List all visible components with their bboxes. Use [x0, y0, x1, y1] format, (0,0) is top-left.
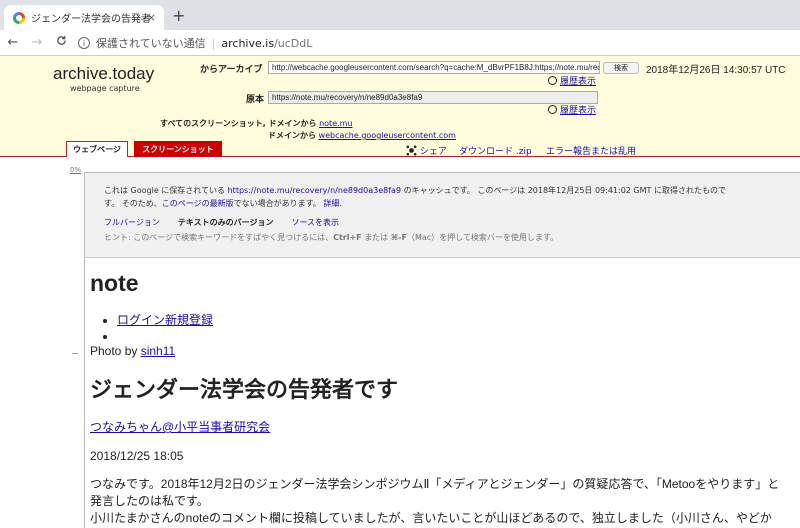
archive-logo[interactable]: archive.today — [53, 64, 154, 84]
paragraph-2: 小川たまかさんのnoteのコメント欄に投稿していましたが、言いたいことが山ほどあ… — [90, 511, 772, 525]
security-status: 保護されていない通信 — [96, 37, 206, 50]
cache-hint: ヒント: このページで検索キーワードをすばやく見つけるには、Ctrl+F または… — [104, 231, 800, 244]
view-source-link[interactable]: ソースを表示 — [291, 216, 339, 229]
forward-button[interactable]: → — [26, 35, 48, 50]
hint-text: または — [361, 233, 391, 242]
info-icon[interactable]: i — [78, 37, 90, 49]
latest-version-link[interactable]: このページの最新版 — [162, 199, 234, 208]
cache-line-2: す。 そのため、このページの最新版でない場合があります。 詳細. — [104, 197, 800, 210]
zoom-percent[interactable]: 0% — [70, 166, 81, 174]
hint-key-cmd: ⌘-F — [390, 233, 407, 242]
url-separator: | — [211, 36, 216, 50]
tab-close-icon[interactable]: × — [147, 11, 156, 24]
cache-text: のキャッシュです。 このページは 2018年12月25日 09:41:02 GM… — [401, 186, 726, 195]
history-label[interactable]: 履歴表示 — [560, 74, 596, 87]
cache-text: これは Google に保存されている — [104, 186, 228, 195]
reload-icon — [56, 35, 66, 45]
domain-row: ドメインから webcache.googleusercontent.com — [268, 130, 456, 141]
photo-user-link[interactable]: sinh11 — [141, 344, 175, 358]
post-date: 2018/12/25 18:05 — [90, 449, 184, 463]
clock-icon — [548, 105, 557, 114]
history-link[interactable]: 履歴表示 — [548, 74, 596, 87]
url-path: /ucDdL — [274, 36, 313, 50]
archive-tagline: webpage capture — [70, 84, 140, 93]
history-link-2[interactable]: 履歴表示 — [548, 103, 596, 116]
browser-tab[interactable]: ジェンダー法学会の告発者です | × — [4, 5, 164, 30]
archive-header: archive.today webpage capture からアーカイブ ht… — [0, 56, 800, 157]
all-screenshots-text: すべてのスクリーンショット, ドメインから — [160, 119, 317, 128]
domain-label: ドメインから — [268, 131, 316, 140]
capture-timestamp: 2018年12月26日 14:30:57 UTC — [646, 65, 786, 76]
search-button[interactable]: 検索 — [603, 62, 639, 74]
article-title: ジェンダー法学会の告発者です — [90, 377, 399, 402]
clock-icon — [548, 76, 557, 85]
back-button[interactable]: ← — [2, 35, 24, 50]
report-link[interactable]: エラー報告または乱用 — [546, 144, 636, 157]
url-host: archive.is — [221, 36, 275, 50]
hint-text: （Mac）を押して検索バーを使用します。 — [406, 233, 559, 242]
tab-strip: ジェンダー法学会の告発者です | × + — [0, 0, 800, 30]
cache-text: でない場合があります。 — [233, 199, 324, 208]
cache-line-1: これは Google に保存されている https://note.mu/reco… — [104, 184, 800, 197]
domain-link-webcache[interactable]: webcache.googleusercontent.com — [319, 131, 456, 140]
share-icon — [406, 145, 417, 156]
domain-link-note[interactable]: note.mu — [319, 119, 352, 128]
reload-button[interactable] — [50, 35, 72, 50]
note-logo[interactable]: note — [90, 270, 800, 297]
divider — [72, 353, 78, 354]
cache-text: す。 そのため、 — [104, 199, 162, 208]
address-bar[interactable]: i 保護されていない通信 | archive.is/ucDdL — [72, 33, 800, 53]
archived-page-frame: これは Google に保存されている https://note.mu/reco… — [84, 172, 800, 528]
new-tab-button[interactable]: + — [172, 6, 185, 25]
details-link[interactable]: 詳細 — [323, 199, 339, 208]
photo-by-label: Photo by — [90, 344, 141, 358]
share-link[interactable]: シェア — [406, 144, 447, 157]
list-item: ログイン新規登録 — [117, 312, 800, 328]
author-link[interactable]: つなみちゃん@小平当事者研究会 — [90, 420, 270, 434]
note-nav-list: ログイン新規登録 — [117, 312, 800, 344]
all-screenshots-label: すべてのスクリーンショット, ドメインから note.mu — [160, 118, 353, 129]
archive-url-input[interactable]: http://webcache.googleusercontent.com/se… — [268, 61, 600, 74]
tab-title: ジェンダー法学会の告発者です | — [31, 14, 151, 25]
browser-toolbar: ← → i 保護されていない通信 | archive.is/ucDdL — [0, 30, 800, 56]
tab-webpage[interactable]: ウェブページ — [66, 141, 128, 157]
cache-version-links: フルバージョン テキストのみのバージョン ソースを表示 — [104, 216, 800, 229]
download-link[interactable]: ダウンロード .zip — [459, 144, 532, 157]
text-only-version: テキストのみのバージョン — [177, 218, 274, 227]
history-label-2[interactable]: 履歴表示 — [560, 103, 596, 116]
note-article: note ログイン新規登録 Photo by sinh11 ジェンダー法学会の告… — [85, 270, 800, 528]
photo-credit: Photo by sinh11 — [90, 344, 800, 358]
tab-screenshot[interactable]: スクリーンショット — [134, 141, 222, 157]
share-label[interactable]: シェア — [420, 147, 447, 157]
list-item — [117, 328, 800, 344]
google-favicon-icon — [13, 11, 25, 24]
hint-key-ctrl: Ctrl+F — [333, 233, 362, 242]
full-version-link[interactable]: フルバージョン — [104, 216, 160, 229]
cache-text: . — [339, 199, 342, 208]
article-body: つなみです。2018年12月2日のジェンダー法学会シンポジウムⅡ「メディアとジェ… — [90, 476, 780, 528]
login-signup-link[interactable]: ログイン新規登録 — [117, 313, 213, 327]
original-url-label: 原本 — [246, 95, 265, 105]
paragraph-1: つなみです。2018年12月2日のジェンダー法学会シンポジウムⅡ「メディアとジェ… — [90, 477, 780, 508]
cache-url-link[interactable]: https://note.mu/recovery/n/ne89d0a3e8fa9 — [228, 186, 401, 195]
hint-text: ヒント: このページで検索キーワードをすばやく見つけるには、 — [104, 233, 334, 242]
archive-url-label: からアーカイブ — [200, 65, 263, 75]
google-cache-banner: これは Google に保存されている https://note.mu/reco… — [85, 173, 800, 258]
author: つなみちゃん@小平当事者研究会 — [90, 418, 800, 435]
